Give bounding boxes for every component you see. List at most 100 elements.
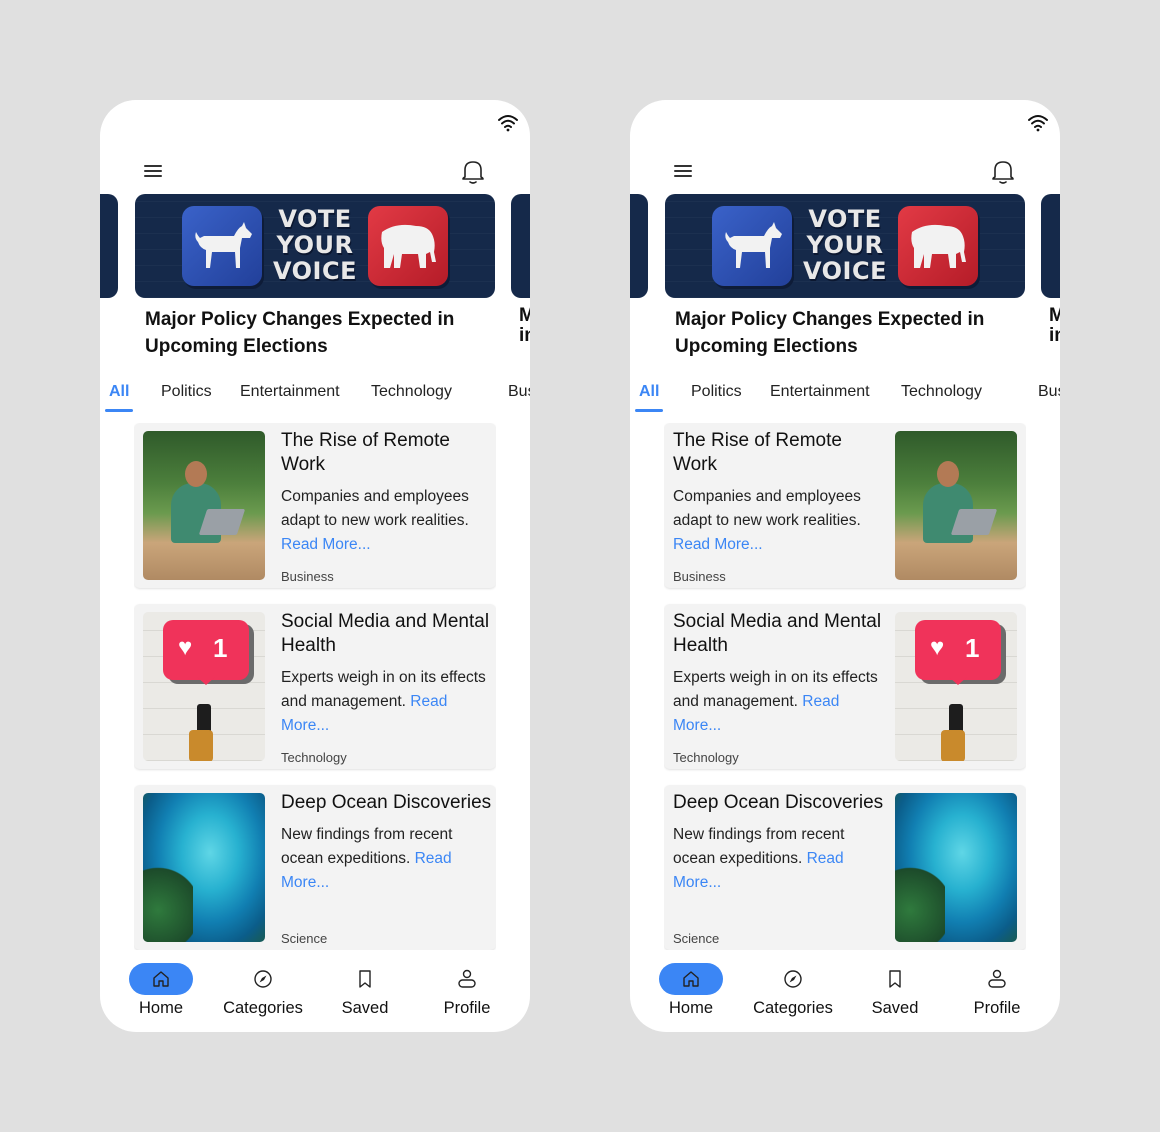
nav-categories[interactable]: Categories (743, 963, 843, 1025)
bell-icon[interactable] (990, 158, 1016, 186)
featured-carousel[interactable]: VOTE YOUR VOICE Major Policy Changes Exp… (630, 194, 1060, 364)
wifi-icon (1028, 115, 1048, 132)
featured-image[interactable]: VOTE YOUR VOICE (135, 194, 495, 298)
nav-saved[interactable]: Saved (315, 963, 415, 1025)
article-description: Experts weigh in on its effects and mana… (281, 666, 493, 738)
nav-categories[interactable]: Categories (213, 963, 313, 1025)
nav-label: Profile (973, 999, 1021, 1017)
article-category: Science (673, 931, 720, 946)
article-category: Business (281, 569, 334, 584)
next-slide[interactable] (511, 194, 530, 298)
user-icon (458, 969, 476, 988)
article-title: Deep Ocean Discoveries (281, 792, 492, 813)
article-description: Companies and employees adapt to new wor… (281, 485, 493, 557)
previous-slide[interactable] (100, 194, 118, 298)
next-slide[interactable] (1041, 194, 1060, 298)
article-thumbnail (143, 793, 265, 942)
featured-headline[interactable]: Major Policy Changes Expected in Upcomin… (145, 306, 485, 360)
vote-your-voice-text: VOTE YOUR VOICE (267, 206, 363, 284)
nav-label: Categories (223, 999, 303, 1017)
previous-slide[interactable] (630, 194, 648, 298)
hamburger-menu-icon[interactable] (144, 162, 168, 182)
article-card[interactable]: The Rise of Remote Work Companies and em… (134, 423, 496, 588)
image-text-line: VOICE (803, 257, 887, 285)
hamburger-menu-icon[interactable] (674, 162, 698, 182)
donkey-icon (725, 222, 782, 268)
nav-home[interactable]: Home (641, 963, 741, 1025)
article-card[interactable]: ♥ 1 Social Media and Mental Health Expert… (664, 604, 1026, 769)
elephant-icon (381, 224, 436, 268)
article-category: Technology (673, 750, 739, 765)
next-headline-peek: Min (1049, 305, 1060, 346)
image-text-line: VOTE (808, 205, 882, 233)
article-card[interactable]: The Rise of Remote Work Companies and em… (664, 423, 1026, 588)
article-feed[interactable]: The Rise of Remote Work Companies and em… (134, 423, 496, 950)
article-category: Science (281, 931, 328, 946)
nav-profile[interactable]: Profile (947, 963, 1047, 1025)
article-feed[interactable]: The Rise of Remote Work Companies and em… (664, 423, 1026, 950)
elephant-badge (898, 206, 978, 286)
tab-business[interactable]: Bus (508, 382, 530, 412)
tab-politics[interactable]: Politics (691, 382, 742, 412)
article-title: Social Media and Mental Health (281, 611, 490, 656)
article-card[interactable]: ♥ 1 Social Media and Mental Health Expert… (134, 604, 496, 769)
nav-label: Saved (341, 999, 389, 1017)
article-thumbnail: ♥ 1 (143, 612, 265, 761)
article-title: Social Media and Mental Health (673, 611, 882, 656)
tab-all[interactable]: All (634, 382, 665, 412)
tab-politics[interactable]: Politics (161, 382, 212, 412)
bottom-navigation: Home Categories Saved Profile (100, 958, 530, 1032)
article-thumbnail: ♥ 1 (895, 612, 1017, 761)
nav-home[interactable]: Home (111, 963, 211, 1025)
tab-entertainment[interactable]: Entertainment (240, 382, 340, 412)
tab-entertainment[interactable]: Entertainment (770, 382, 870, 412)
article-description: Experts weigh in on its effects and mana… (673, 666, 885, 738)
article-thumbnail (895, 793, 1017, 942)
nav-label: Saved (871, 999, 919, 1017)
image-text-line: YOUR (276, 231, 354, 259)
description-text: Experts weigh in on its effects and mana… (281, 669, 486, 710)
article-title: The Rise of Remote Work (281, 430, 450, 475)
donkey-badge (712, 206, 792, 286)
read-more-link[interactable]: Read More... (281, 536, 371, 553)
article-description: Companies and employees adapt to new wor… (673, 485, 885, 557)
image-text-line: VOICE (273, 257, 357, 285)
description-text: Experts weigh in on its effects and mana… (673, 669, 878, 710)
article-category: Business (673, 569, 726, 584)
featured-carousel[interactable]: VOTE YOUR VOICE Major Policy Changes Exp… (100, 194, 530, 364)
featured-headline[interactable]: Major Policy Changes Expected in Upcomin… (675, 306, 1015, 360)
compass-icon (254, 970, 272, 988)
nav-label: Categories (753, 999, 833, 1017)
bookmark-icon (359, 970, 371, 988)
nav-saved[interactable]: Saved (845, 963, 945, 1025)
nav-profile[interactable]: Profile (417, 963, 517, 1025)
home-icon (153, 971, 169, 987)
nav-label: Profile (443, 999, 491, 1017)
featured-image[interactable]: VOTE YOUR VOICE (665, 194, 1025, 298)
tab-all[interactable]: All (104, 382, 135, 412)
read-more-link[interactable]: Read More... (673, 536, 763, 553)
description-text: Companies and employees adapt to new wor… (281, 488, 469, 529)
article-category: Technology (281, 750, 347, 765)
elephant-badge (368, 206, 448, 286)
category-tabs: All Politics Entertainment Technology Bu… (630, 382, 1060, 412)
phone-screen-left: VOTE YOUR VOICE Major Policy Changes Exp… (100, 100, 530, 1032)
bottom-navigation: Home Categories Saved Profile (630, 958, 1060, 1032)
donkey-icon (195, 222, 252, 268)
donkey-badge (182, 206, 262, 286)
tab-business[interactable]: Bus (1038, 382, 1060, 412)
article-card[interactable]: Deep Ocean Discoveries New findings from… (664, 785, 1026, 950)
article-card[interactable]: Deep Ocean Discoveries New findings from… (134, 785, 496, 950)
bookmark-icon (889, 970, 901, 988)
user-icon (988, 969, 1006, 988)
bell-icon[interactable] (460, 158, 486, 186)
article-description: New findings from recent ocean expeditio… (281, 823, 493, 895)
tab-technology[interactable]: Technology (371, 382, 452, 412)
home-icon (683, 971, 699, 987)
tab-technology[interactable]: Technology (901, 382, 982, 412)
compass-icon (784, 970, 802, 988)
next-headline-peek: Min (519, 305, 530, 346)
article-thumbnail (895, 431, 1017, 580)
wifi-icon (498, 115, 518, 132)
nav-label: Home (668, 999, 713, 1017)
